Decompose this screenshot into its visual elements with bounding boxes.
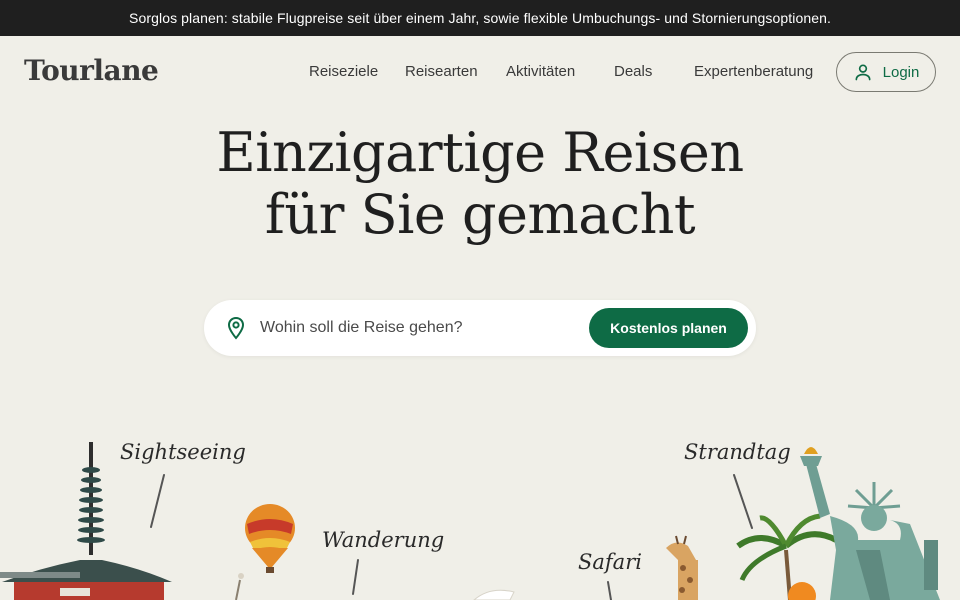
label-pointers: [150, 474, 753, 600]
travel-illustration: Sightseeing Wanderung Safari Strandtag: [0, 420, 960, 600]
giraffe-illustration: [666, 535, 698, 600]
login-label: Login: [882, 63, 920, 81]
destination-search: Kostenlos planen: [204, 300, 756, 356]
nav-item-deals[interactable]: Deals: [614, 63, 652, 80]
statue-of-liberty-illustration: [800, 447, 940, 600]
label-wanderung: Wanderung: [322, 528, 445, 552]
hero-title-line-2: für Sie gemacht: [264, 183, 696, 246]
plan-free-button[interactable]: Kostenlos planen: [589, 308, 748, 348]
hot-air-balloon-illustration: [235, 504, 295, 600]
pagoda-illustration: [0, 442, 172, 600]
hero-title-line-1: Einzigartige Reisen: [216, 121, 744, 184]
nav-item-expertenberatung[interactable]: Expertenberatung: [694, 63, 813, 80]
hero-title: Einzigartige Reisen für Sie gemacht: [0, 122, 960, 246]
announcement-text: Sorglos planen: stabile Flugpreise seit …: [129, 10, 831, 26]
label-safari: Safari: [578, 550, 642, 574]
logo[interactable]: Tourlane: [24, 54, 159, 87]
nav-item-aktivitaeten[interactable]: Aktivitäten: [506, 63, 575, 80]
location-pin-icon: [227, 316, 245, 340]
nav-item-reisearten[interactable]: Reisearten: [405, 63, 478, 80]
sails-illustration: [473, 589, 515, 600]
label-sightseeing: Sightseeing: [120, 440, 246, 464]
destination-input[interactable]: [260, 312, 580, 344]
nav-item-reiseziele[interactable]: Reiseziele: [309, 63, 378, 80]
announcement-bar: Sorglos planen: stabile Flugpreise seit …: [0, 0, 960, 36]
user-icon: [855, 64, 871, 81]
login-button[interactable]: Login: [836, 52, 936, 92]
label-strandtag: Strandtag: [684, 440, 791, 464]
site-header: Tourlane Reiseziele Reisearten Aktivität…: [0, 36, 960, 108]
